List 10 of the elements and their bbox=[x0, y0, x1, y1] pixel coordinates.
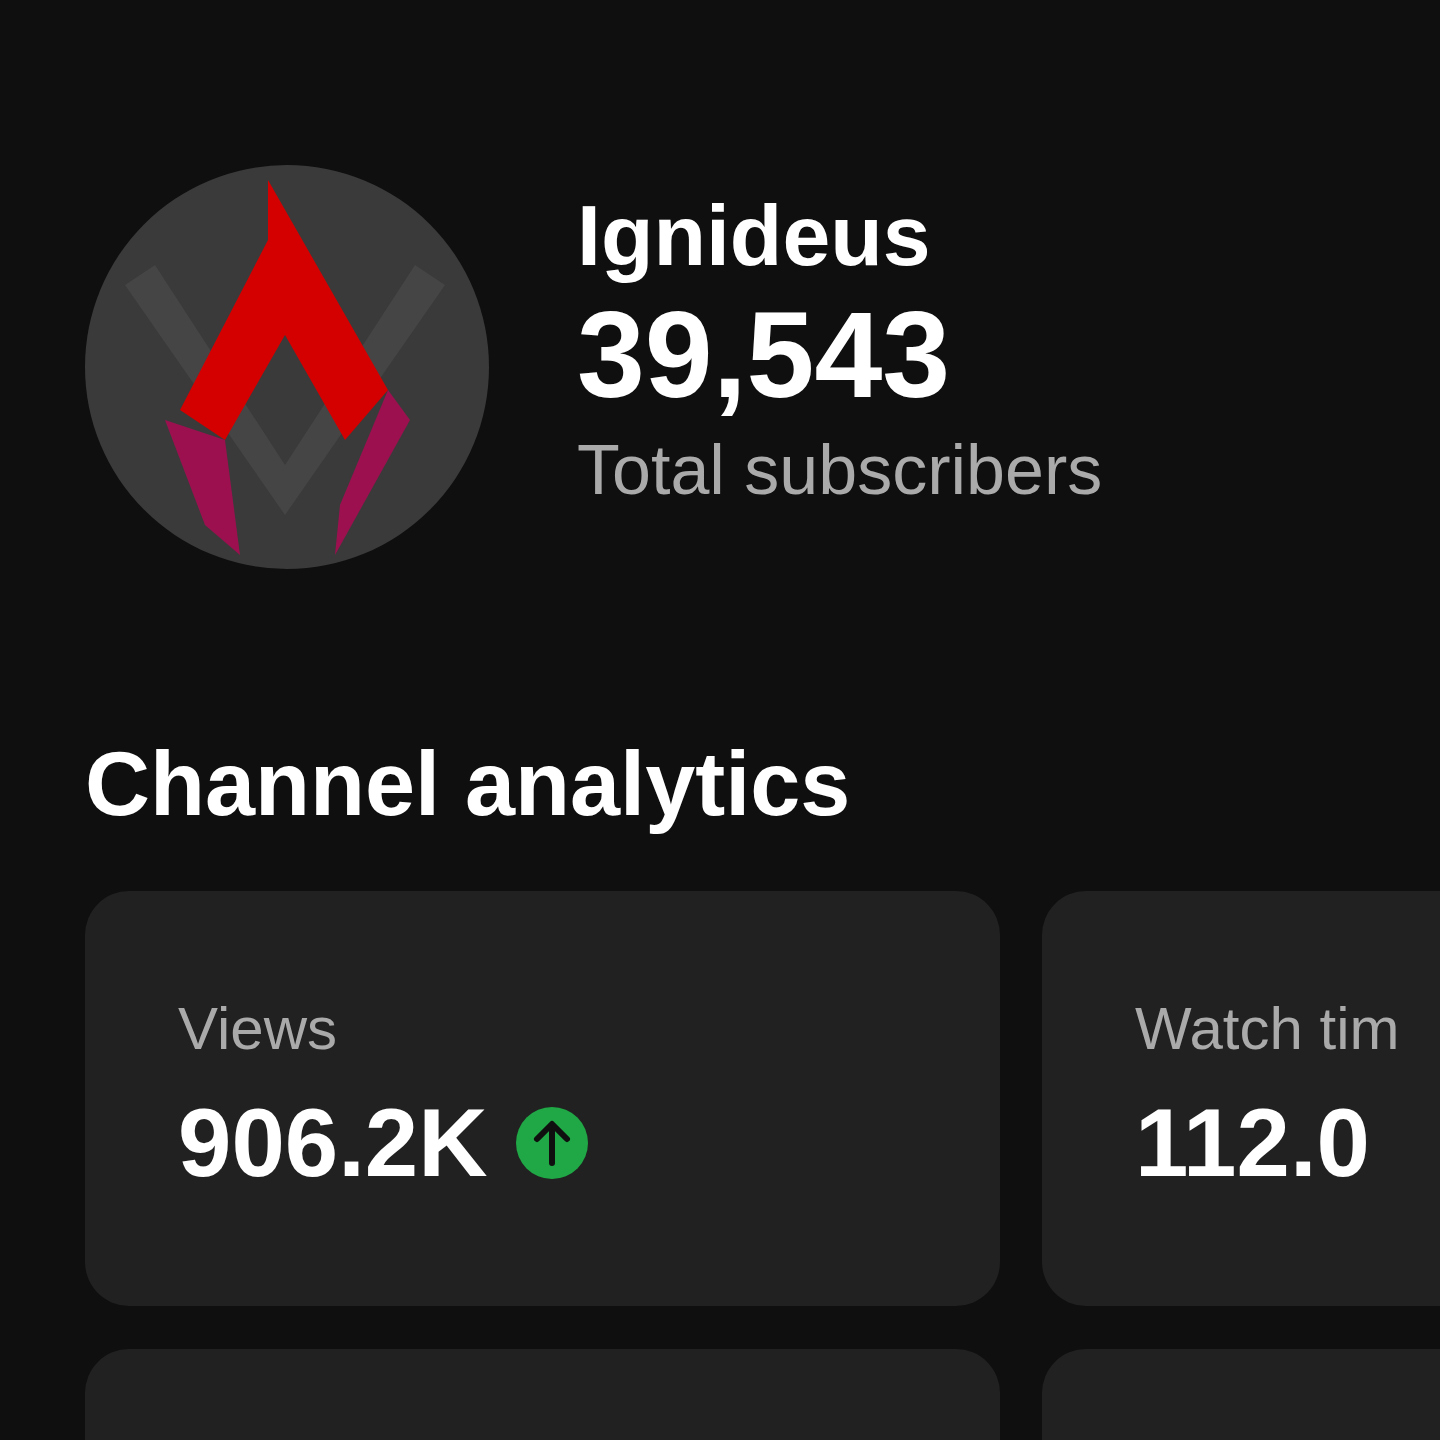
stat-label: Watch tim bbox=[1135, 994, 1400, 1064]
stat-card[interactable]: Watch tim 112.0 bbox=[1042, 891, 1440, 1306]
channel-name: Ignideus bbox=[577, 186, 932, 285]
stat-value: 112.0 bbox=[1135, 1088, 1370, 1198]
subscribers-label: Total subscribers bbox=[577, 430, 1103, 511]
stat-label: Views bbox=[178, 994, 337, 1064]
subscriber-count: 39,543 bbox=[577, 286, 952, 425]
stat-card[interactable]: Views 906.2K bbox=[85, 891, 1000, 1306]
section-title: Channel analytics bbox=[85, 734, 851, 834]
stat-value: 906.2K bbox=[178, 1088, 488, 1198]
